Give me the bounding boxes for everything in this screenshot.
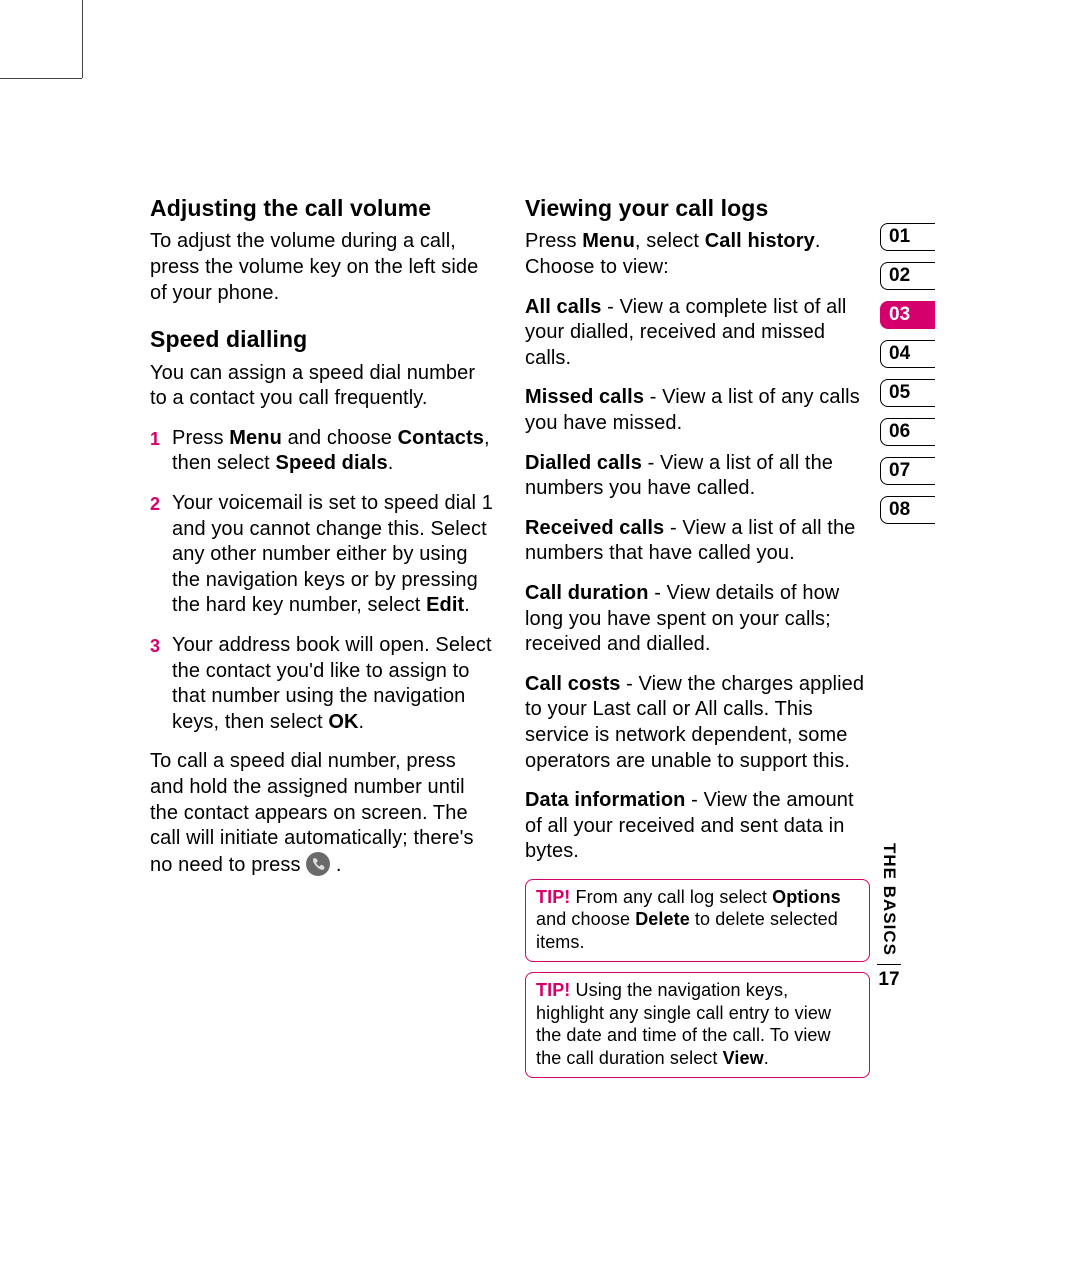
section-label: THE BASICS (879, 843, 899, 956)
list-item: 2 Your voicemail is set to speed dial 1 … (150, 491, 495, 619)
step-text: Your voicemail is set to speed dial 1 an… (172, 492, 493, 616)
page-number: 17 (877, 969, 901, 991)
page-content: Adjusting the call volume To adjust the … (150, 195, 870, 1078)
tab-01[interactable]: 01 (880, 223, 935, 251)
tip-label: TIP! (536, 887, 570, 907)
tab-08[interactable]: 08 (880, 496, 935, 524)
para-call-duration: Call duration - View details of how long… (525, 581, 870, 658)
tab-06[interactable]: 06 (880, 418, 935, 446)
tip-box-delete: TIP! From any call log select Options an… (525, 879, 870, 963)
para-all-calls: All calls - View a complete list of all … (525, 295, 870, 372)
tab-04[interactable]: 04 (880, 340, 935, 368)
list-item: 1 Press Menu and choose Contacts, then s… (150, 426, 495, 477)
para-missed-calls: Missed calls - View a list of any calls … (525, 385, 870, 436)
step-number: 2 (150, 493, 160, 516)
speed-dial-steps: 1 Press Menu and choose Contacts, then s… (150, 426, 495, 736)
footer-separator (877, 964, 901, 966)
para-speed-dial-use: To call a speed dial number, press and h… (150, 749, 495, 878)
tab-05[interactable]: 05 (880, 379, 935, 407)
crop-mark-vertical (82, 0, 83, 78)
step-number: 3 (150, 635, 160, 658)
tip-label: TIP! (536, 980, 570, 1000)
para-speed-dial-intro: You can assign a speed dial number to a … (150, 361, 495, 412)
para-received-calls: Received calls - View a list of all the … (525, 516, 870, 567)
tip-box-view: TIP! Using the navigation keys, highligh… (525, 972, 870, 1078)
heading-call-logs: Viewing your call logs (525, 195, 870, 221)
tab-07[interactable]: 07 (880, 457, 935, 485)
step-text: Your address book will open. Select the … (172, 634, 492, 733)
tab-02[interactable]: 02 (880, 262, 935, 290)
heading-adjusting-volume: Adjusting the call volume (150, 195, 495, 221)
tab-03[interactable]: 03 (880, 301, 935, 329)
crop-mark-horizontal (0, 78, 82, 79)
side-footer: THE BASICS 17 (877, 843, 901, 991)
step-number: 1 (150, 428, 160, 451)
left-column: Adjusting the call volume To adjust the … (150, 195, 495, 1078)
para-dialled-calls: Dialled calls - View a list of all the n… (525, 451, 870, 502)
para-adjust-volume: To adjust the volume during a call, pres… (150, 229, 495, 306)
para-call-costs: Call costs - View the charges applied to… (525, 672, 870, 774)
para-call-logs-intro: Press Menu, select Call history. Choose … (525, 229, 870, 280)
call-icon (306, 852, 330, 876)
section-tabs: 01 02 03 04 05 06 07 08 (880, 223, 935, 535)
step-text: Press Menu and choose Contacts, then sel… (172, 427, 490, 475)
heading-speed-dialling: Speed dialling (150, 326, 495, 352)
list-item: 3 Your address book will open. Select th… (150, 633, 495, 735)
right-column: Viewing your call logs Press Menu, selec… (525, 195, 870, 1078)
para-data-info: Data information - View the amount of al… (525, 788, 870, 865)
